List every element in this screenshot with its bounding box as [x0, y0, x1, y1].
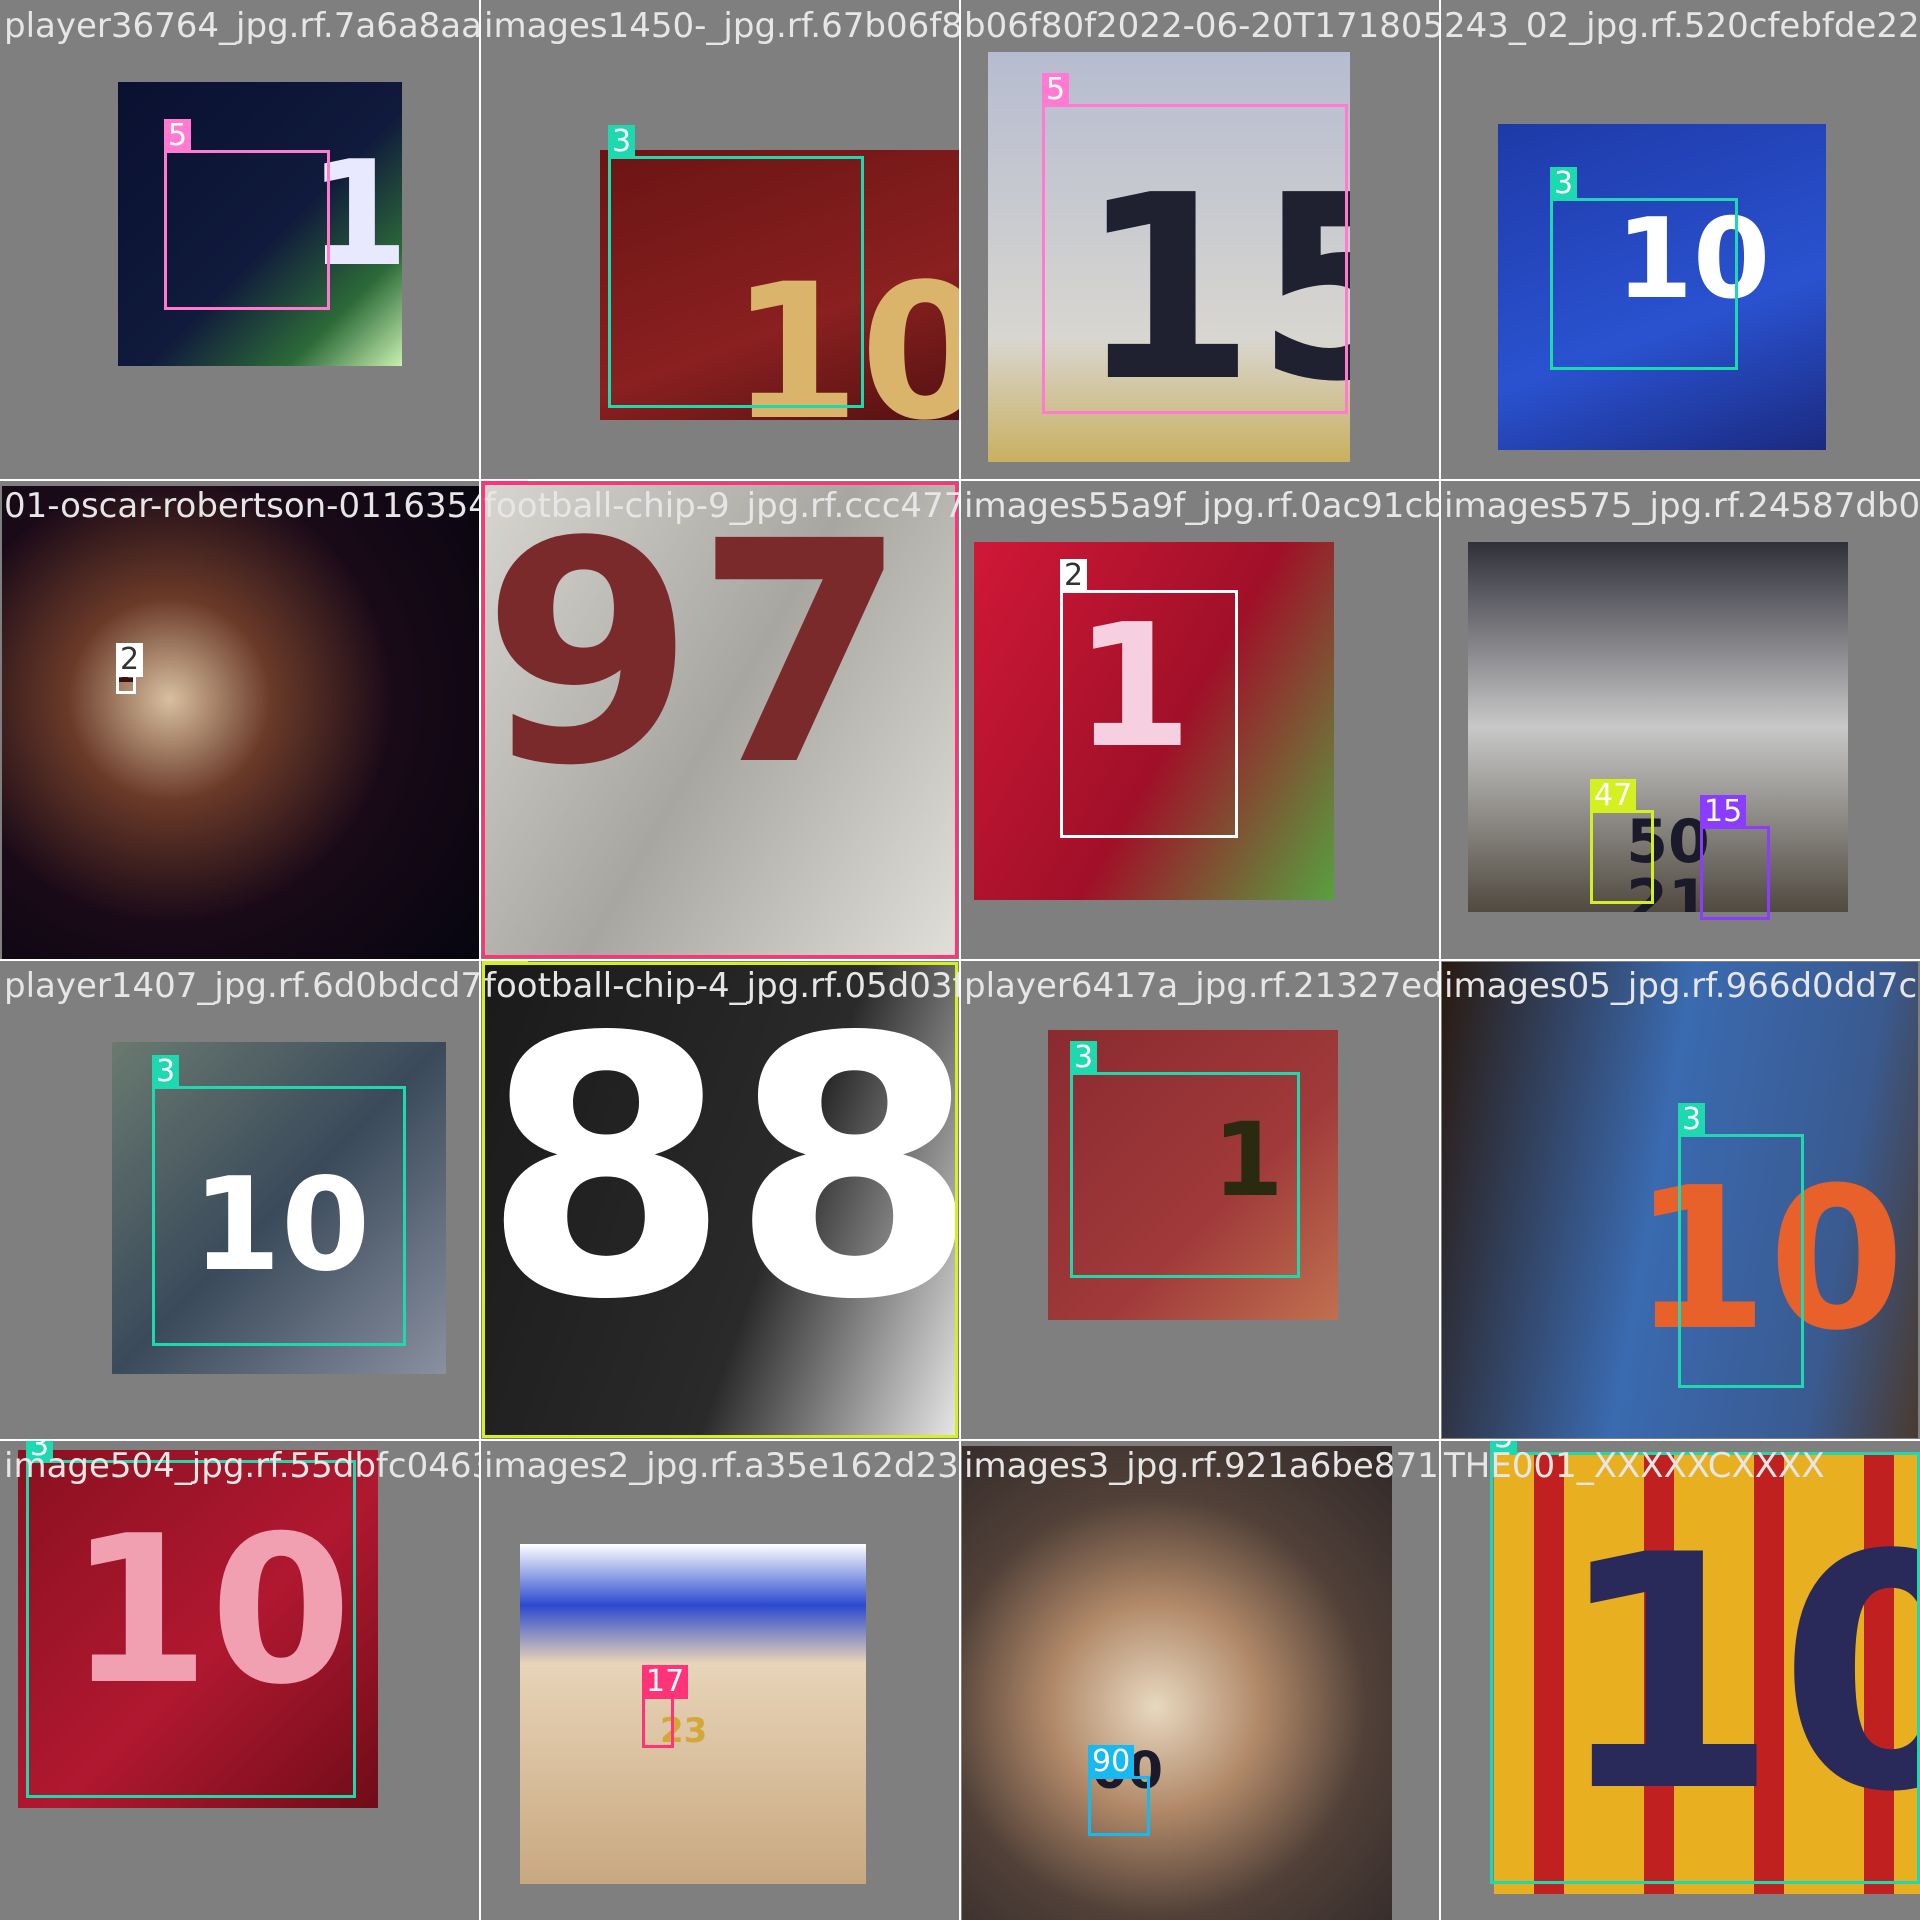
- detection-label: 15: [1700, 795, 1747, 829]
- detection-box: 47: [1590, 779, 1654, 904]
- tile-filename-caption: images2_jpg.rf.a35e162d235794751ed6f0842…: [484, 1446, 960, 1486]
- detection-label: 47: [1590, 779, 1637, 813]
- tile-filename-caption: football-chip-9_jpg.rf.ccc47720f9f32f495: [484, 486, 960, 526]
- detection-box: 3: [152, 1055, 406, 1346]
- detection-box: 3: [1490, 1440, 1920, 1884]
- detection-label: 2: [1060, 559, 1088, 593]
- detection-label: 3: [152, 1055, 180, 1089]
- grid-divider: [1439, 0, 1441, 1920]
- grid-divider: [0, 959, 1920, 961]
- detection-label: 90: [1088, 1745, 1135, 1779]
- detection-label: 3: [1550, 167, 1578, 201]
- detection-label: 3: [608, 125, 636, 159]
- tile-filename-caption: b06f80f2022-06-20T171805-243_02_jpg.rf.5: [964, 6, 1440, 46]
- detection-box: 2: [116, 643, 144, 694]
- mosaic-tile: 10 3 images05_jpg.rf.966d0dd7c: [1440, 960, 1920, 1440]
- mosaic-tile: 13player6417a_jpg.rf.21327ed40f66: [960, 960, 1440, 1440]
- detection-box: 3: [26, 1440, 356, 1798]
- mosaic-tile: 12images55a9f_jpg.rf.0ac91cbe6a4: [960, 480, 1440, 960]
- tile-filename-caption: images1450-_jpg.rf.67b06f80f2022-06-20T1…: [484, 6, 960, 46]
- tile-filename-caption: player1407_jpg.rf.6d0bdcd7f088dbf4f1b4e_…: [4, 966, 480, 1006]
- mosaic-tile: 50 21 47 15 images575_jpg.rf.24587db066: [1440, 480, 1920, 960]
- tile-filename-caption: images05_jpg.rf.966d0dd7c: [1444, 966, 1918, 1006]
- detection-label: 3: [1070, 1041, 1098, 1075]
- tile-photo: 1: [2, 486, 480, 960]
- tile-filename-caption: 243_02_jpg.rf.520cfebfde226: [1444, 6, 1920, 46]
- mosaic-tile: 9797football-chip-9_jpg.rf.ccc47720f9f32…: [480, 480, 960, 960]
- mosaic-tile: 103THE001_XXXXXCXXXX: [1440, 1440, 1920, 1920]
- mosaic-tile: 0090 images3_jpg.rf.921a6be871b00776272a2…: [960, 1440, 1440, 1920]
- detection-box: 3: [1678, 1103, 1804, 1388]
- mosaic-tile: 155b06f80f2022-06-20T171805-243_02_jpg.r…: [960, 0, 1440, 480]
- tile-filename-caption: images55a9f_jpg.rf.0ac91cbe6a4: [964, 486, 1440, 526]
- detection-label: 5: [1042, 73, 1070, 107]
- detection-box: 15: [1700, 795, 1770, 920]
- detection-label: 5: [164, 119, 192, 153]
- mosaic-grid: 17 5 player36764_jpg.rf.7a6a8aa8f3af923452…: [0, 0, 1920, 1920]
- detection-label: 3: [1678, 1103, 1706, 1137]
- mosaic-tile: 8887football-chip-4_jpg.rf.05d03f630697f…: [480, 960, 960, 1440]
- grid-divider: [0, 1439, 1920, 1441]
- mosaic-tile: 12 01-oscar-robertson-01163540football-jp…: [0, 480, 480, 960]
- mosaic-tile: 10 3 243_02_jpg.rf.520cfebfde226: [1440, 0, 1920, 480]
- detection-box: 90: [1088, 1745, 1150, 1836]
- detection-label: 2: [116, 643, 144, 677]
- tile-filename-caption: player6417a_jpg.rf.21327ed40f66: [964, 966, 1440, 1006]
- detection-box: 87: [482, 960, 958, 1438]
- detection-box: 5: [164, 119, 330, 310]
- mosaic-tile: 2317 images2_jpg.rf.a35e162d235794751ed6f…: [480, 1440, 960, 1920]
- tile-filename-caption: 01-oscar-robertson-01163540football-jpg.…: [4, 486, 480, 526]
- tile-photo: 23: [520, 1544, 866, 1884]
- mosaic-tile: 103images1450-_jpg.rf.67b06f80f2022-06-2…: [480, 0, 960, 480]
- tile-filename-caption: images3_jpg.rf.921a6be871b00776272a28: [964, 1446, 1440, 1486]
- tile-photo: 00: [962, 1446, 1392, 1920]
- tile-photo: 50 21: [1468, 542, 1848, 912]
- tile-filename-caption: images575_jpg.rf.24587db066: [1444, 486, 1920, 526]
- detection-box: 3: [1550, 167, 1738, 370]
- detection-box: 97: [482, 480, 958, 958]
- mosaic-tile: 175player36764_jpg.rf.7a6a8aa8f3af923452…: [0, 0, 480, 480]
- detection-box: 2: [1060, 559, 1238, 838]
- detection-box: 3: [1070, 1041, 1300, 1278]
- tile-filename-caption: player36764_jpg.rf.7a6a8aa8f3af92345267e…: [4, 6, 480, 46]
- tile-filename-caption: football-chip-4_jpg.rf.05d03f630697f173: [484, 966, 960, 1006]
- detection-box: 17: [642, 1665, 689, 1748]
- detection-box: 3: [608, 125, 864, 408]
- tile-filename-caption: image504_jpg.rf.55dbfc0463d4653b123a4f6a…: [4, 1446, 480, 1486]
- detection-label: 17: [642, 1665, 689, 1699]
- mosaic-tile: 103image504_jpg.rf.55dbfc0463d4653b123a4…: [0, 1440, 480, 1920]
- tile-filename-caption: THE001_XXXXXCXXXX: [1444, 1446, 1825, 1486]
- mosaic-tile: 103player1407_jpg.rf.6d0bdcd7f088dbf4f1b…: [0, 960, 480, 1440]
- detection-box: 5: [1042, 73, 1348, 414]
